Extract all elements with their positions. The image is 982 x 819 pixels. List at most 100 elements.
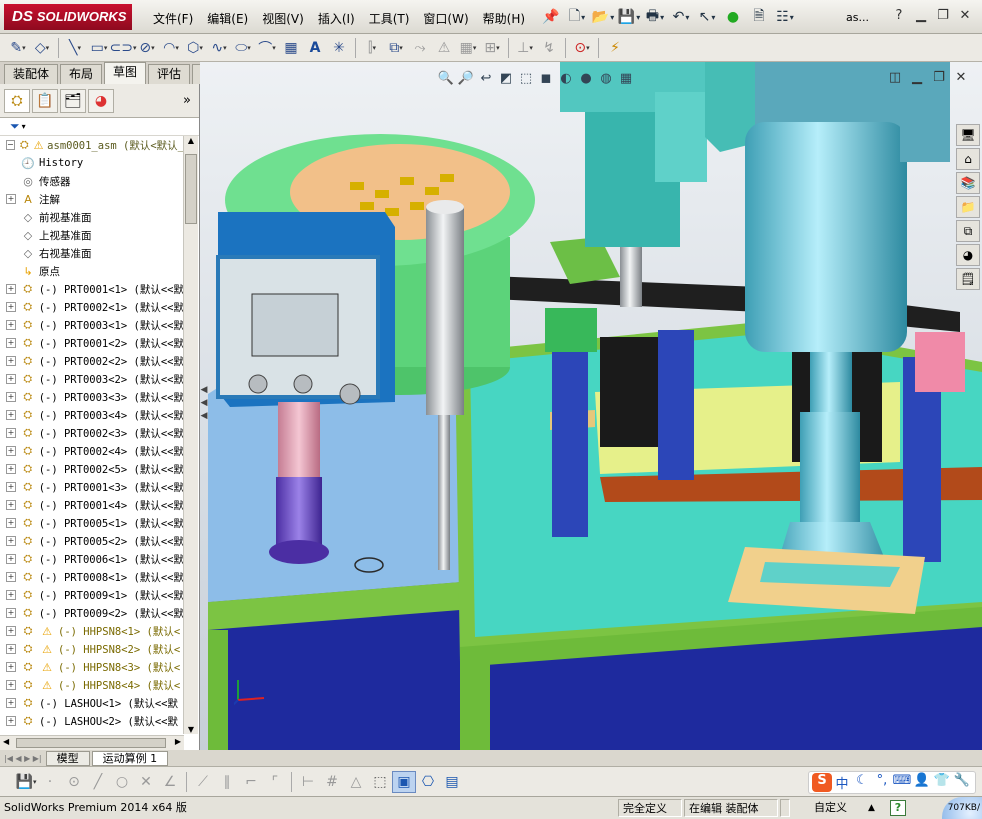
display-style-icon[interactable]: ◼ bbox=[536, 68, 556, 88]
ime-tray-icon[interactable]: 🔧 bbox=[952, 773, 972, 792]
tree-item[interactable]: + ⛭ ⚠ (-) HHPSN8<1> (默认< bbox=[0, 622, 184, 640]
parallel-icon[interactable]: ∥ bbox=[215, 771, 239, 793]
assembly-model-view[interactable] bbox=[200, 62, 982, 750]
undo-button[interactable]: ↶ ▾ bbox=[670, 6, 692, 28]
tree-item[interactable]: + A 注解 bbox=[0, 190, 184, 208]
tree-item[interactable]: + ⛭ (-) PRT0002<1> (默认<<默 bbox=[0, 298, 184, 316]
tree-item[interactable]: + ⛭ ⚠ (-) HHPSN8<3> (默认< bbox=[0, 658, 184, 676]
scroll-left-icon[interactable]: ◀ bbox=[3, 737, 9, 746]
section-view-icon[interactable]: ◩ bbox=[496, 68, 516, 88]
custom-properties-icon[interactable]: 🗒 bbox=[956, 268, 980, 290]
quick-snaps-icon[interactable]: ⊙ ▾ bbox=[570, 37, 594, 59]
tab-3[interactable]: 评估 bbox=[148, 64, 191, 84]
display-relations-icon[interactable]: ⊥ ▾ bbox=[513, 37, 537, 59]
linear-pattern-icon[interactable]: ▦ ▾ bbox=[456, 37, 480, 59]
status-units[interactable]: 自定义 bbox=[814, 799, 847, 817]
tree-item[interactable]: + ⛭ ⚠ (-) HHPSN8<4> (默认< bbox=[0, 676, 184, 694]
filter-icon[interactable]: ⏷ bbox=[10, 119, 20, 134]
tree-root[interactable]: − ⛭ ⚠ asm0001_asm (默认<默认_ bbox=[0, 136, 184, 154]
ime-tray-icon[interactable]: ⌨ bbox=[892, 773, 912, 792]
circle-icon[interactable]: ⊘ ▾ bbox=[135, 37, 159, 59]
polygon-icon[interactable]: ⬡ ▾ bbox=[183, 37, 207, 59]
line-icon[interactable]: ╲ ▾ bbox=[63, 37, 87, 59]
expand-icon[interactable]: + bbox=[6, 410, 16, 420]
scroll-thumb-h[interactable] bbox=[16, 738, 166, 748]
sogou-ime-icon[interactable]: S bbox=[812, 773, 832, 792]
line-tool-icon[interactable]: ╱ bbox=[86, 771, 110, 793]
expand-icon[interactable]: + bbox=[6, 716, 16, 726]
expand-icon[interactable]: + bbox=[6, 446, 16, 456]
tab-nav-arrows[interactable]: |◀ ◀ ▶ ▶| bbox=[4, 754, 42, 763]
spline-icon[interactable]: ∿ ▾ bbox=[207, 37, 231, 59]
menu-help[interactable]: 帮助(H) bbox=[476, 8, 532, 29]
expand-chevron-icon[interactable]: » bbox=[183, 93, 191, 108]
menu-file[interactable]: 文件(F) bbox=[146, 8, 200, 29]
collapse-icon[interactable]: − bbox=[6, 140, 15, 150]
tree-item[interactable]: + ⛭ (-) PRT0003<4> (默认<<默 bbox=[0, 406, 184, 424]
scroll-down-icon[interactable]: ▼ bbox=[184, 725, 198, 734]
viewport-restore-icon[interactable]: ❐ bbox=[928, 68, 950, 88]
tree-item[interactable]: + ⛭ ⚠ (-) HHPSN8<2> (默认< bbox=[0, 640, 184, 658]
repair-sketch-icon[interactable]: ↯ bbox=[537, 37, 561, 59]
tree-item[interactable]: +⛭(-) PRT0010<1> bbox=[0, 730, 184, 734]
tree-item[interactable]: ◎ 传感器 bbox=[0, 172, 184, 190]
move-entities-icon[interactable]: ⊞ ▾ bbox=[480, 37, 504, 59]
tree-item[interactable]: + ⛭ (-) LASHOU<1> (默认<<默 bbox=[0, 694, 184, 712]
tree-item[interactable]: + ⛭ (-) PRT0008<1> (默认<<默 bbox=[0, 568, 184, 586]
expand-icon[interactable]: + bbox=[6, 644, 16, 654]
fillet-icon[interactable]: ⌒ ▾ bbox=[255, 37, 279, 59]
resources-icon[interactable]: 🖥 bbox=[956, 124, 980, 146]
expand-icon[interactable]: + bbox=[6, 194, 16, 204]
expand-icon[interactable]: + bbox=[6, 608, 16, 618]
menu-tools[interactable]: 工具(T) bbox=[362, 8, 417, 29]
expand-icon[interactable]: + bbox=[6, 464, 16, 474]
expand-icon[interactable]: + bbox=[6, 500, 16, 510]
trim-icon[interactable]: ⫿ ▾ bbox=[360, 37, 384, 59]
close-button[interactable]: ✕ bbox=[954, 6, 976, 26]
expand-icon[interactable]: + bbox=[6, 554, 16, 564]
expand-icon[interactable]: + bbox=[6, 338, 16, 348]
feature-manager-tab-icon[interactable]: ⛭ bbox=[4, 88, 30, 113]
corner-icon[interactable]: ⌐ bbox=[239, 771, 263, 793]
bottom-tab-1[interactable]: 运动算例 1 bbox=[91, 750, 169, 766]
file-properties-button[interactable]: 🗎 bbox=[748, 6, 770, 28]
dashed-corner-icon[interactable]: ⌜ bbox=[263, 771, 287, 793]
smart-dimension-icon[interactable]: ◇ ▾ bbox=[30, 37, 54, 59]
tree-filter[interactable]: ⏷ ▾ bbox=[0, 118, 199, 136]
tree-item[interactable]: ◇ 右视基准面 bbox=[0, 244, 184, 262]
viewport-split-icon[interactable]: ◫ bbox=[884, 68, 906, 88]
appearances-icon[interactable]: ◕ bbox=[956, 244, 980, 266]
dot-icon[interactable]: · bbox=[38, 771, 62, 793]
menu-window[interactable]: 窗口(W) bbox=[416, 8, 475, 29]
tree-item[interactable]: + ⛭ (-) PRT0002<4> (默认<<默 bbox=[0, 442, 184, 460]
tree-item[interactable]: + ⛭ (-) PRT0003<1> (默认<<默 bbox=[0, 316, 184, 334]
tree-item[interactable]: + ⛭ (-) LASHOU<2> (默认<<默 bbox=[0, 712, 184, 730]
mirror-icon[interactable]: ⚠ bbox=[432, 37, 456, 59]
expand-icon[interactable]: + bbox=[6, 590, 16, 600]
tree-item[interactable]: ◇ 前视基准面 bbox=[0, 208, 184, 226]
edit-appearance-icon[interactable]: ● bbox=[576, 68, 596, 88]
tree-item[interactable]: + ⛭ (-) PRT0001<3> (默认<<默 bbox=[0, 478, 184, 496]
tree-vertical-scrollbar[interactable]: ▲ ▼ bbox=[183, 136, 198, 734]
viewport-min-icon[interactable]: ▁ bbox=[906, 68, 928, 88]
previous-view-icon[interactable]: ↩ bbox=[476, 68, 496, 88]
expand-icon[interactable]: + bbox=[6, 356, 16, 366]
expand-icon[interactable]: + bbox=[6, 626, 16, 636]
solidworks-logo[interactable]: DS SOLIDWORKS bbox=[4, 4, 132, 30]
expand-icon[interactable]: + bbox=[6, 428, 16, 438]
graphics-area[interactable]: 🔍 🔎 ↩ ◩ ⬚ ◼ ◐ ● ◍ ▦ ◫ ▁ ❐ ✕ 🖥 ⌂ 📚 📁 ⧉ ◕ … bbox=[200, 62, 982, 750]
tree-item[interactable]: + ⛭ (-) PRT0009<1> (默认<<默 bbox=[0, 586, 184, 604]
view-settings-icon[interactable]: ▦ bbox=[616, 68, 636, 88]
convert-entities-icon[interactable]: ⧉ ▾ bbox=[384, 37, 408, 59]
expand-icon[interactable]: + bbox=[6, 680, 16, 690]
view-palette-icon[interactable]: ⧉ bbox=[956, 220, 980, 242]
angle-tool-icon[interactable]: ∠ bbox=[158, 771, 182, 793]
restore-button[interactable]: ❐ bbox=[932, 6, 954, 26]
tree-item[interactable]: + ⛭ (-) PRT0006<1> (默认<<默 bbox=[0, 550, 184, 568]
tree-item[interactable]: + ⛭ (-) PRT0003<2> (默认<<默 bbox=[0, 370, 184, 388]
tree-horizontal-scrollbar[interactable]: ◀ ▶ bbox=[0, 735, 184, 750]
tree-item[interactable]: 🕘 History bbox=[0, 154, 184, 172]
home-icon[interactable]: ⌂ bbox=[956, 148, 980, 170]
ime-tray-icon[interactable]: 👕 bbox=[932, 773, 952, 792]
tree-item[interactable]: + ⛭ (-) PRT0005<1> (默认<<默 bbox=[0, 514, 184, 532]
